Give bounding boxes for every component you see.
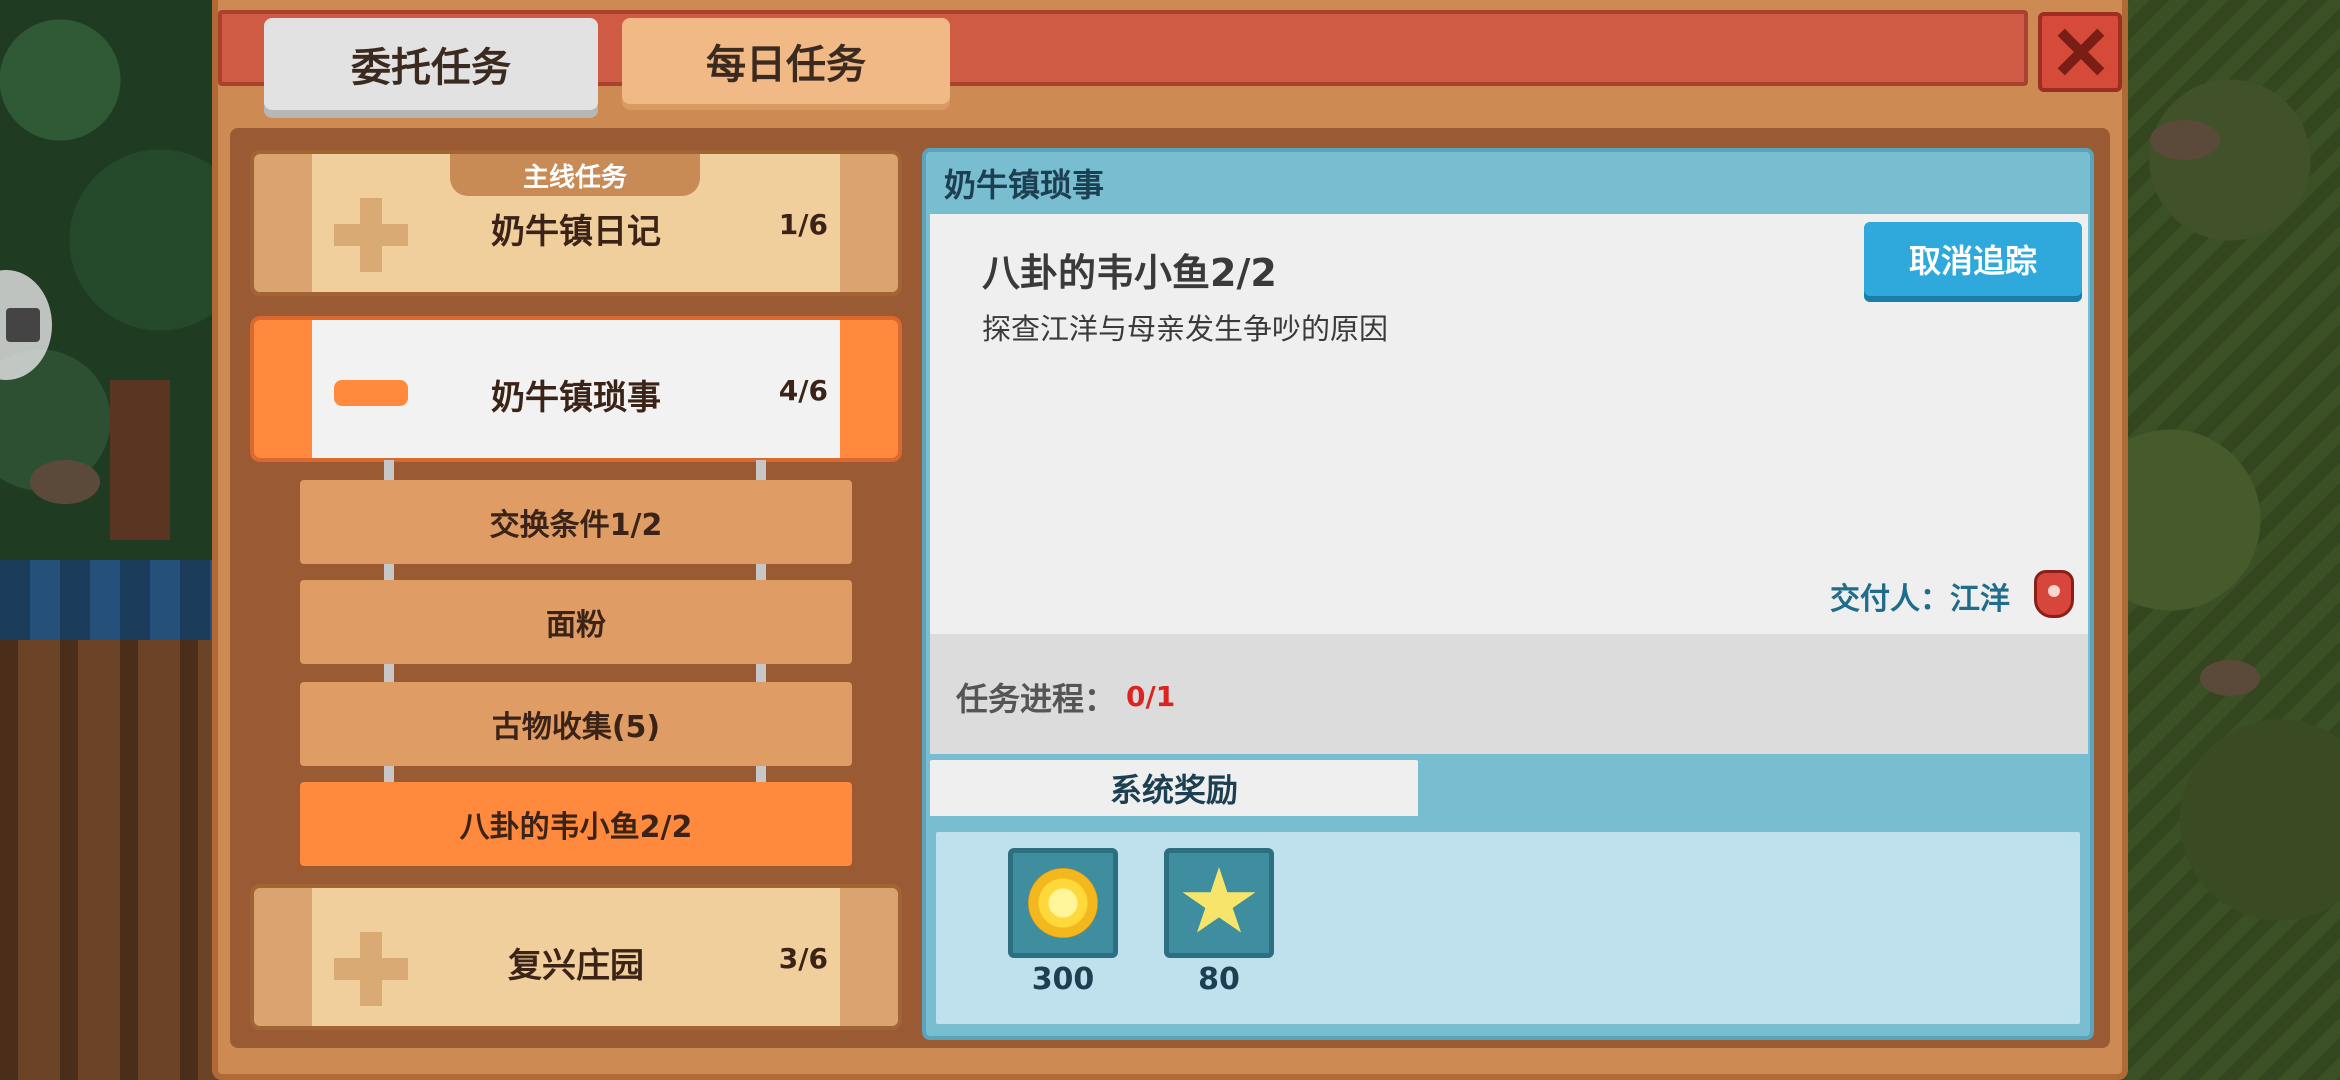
reward-amount: 300 [1031, 962, 1095, 997]
close-icon [2056, 28, 2104, 76]
river [0, 560, 230, 650]
sub-quest-item-selected[interactable]: 八卦的韦小鱼2/2 [300, 782, 852, 866]
sub-quest-item[interactable]: 交换条件1/2 [300, 480, 852, 564]
progress-value: 0/1 [1126, 680, 1176, 713]
close-button[interactable] [2038, 12, 2122, 92]
grass-area [2110, 0, 2340, 1080]
quest-giver: 交付人：江洋 [1830, 582, 2010, 617]
task-name: 八卦的韦小鱼2/2 [982, 251, 1277, 295]
rock [2200, 660, 2260, 696]
category-count: 3/6 [778, 942, 828, 975]
wooden-fence [0, 640, 230, 1080]
rock [30, 460, 100, 504]
quest-category-revive[interactable]: 复兴庄园 3/6 [250, 884, 902, 1030]
rock [2150, 120, 2220, 160]
task-description: 探查江洋与母亲发生争吵的原因 [982, 312, 1389, 346]
quest-category-chores[interactable]: 奶牛镇琐事 4/6 [250, 316, 902, 462]
category-count: 4/6 [778, 374, 828, 407]
reward-slot-coin[interactable] [1008, 848, 1118, 958]
location-marker-icon[interactable] [2034, 570, 2074, 618]
category-badge: 主线任务 [450, 154, 700, 196]
sub-quest-item[interactable]: 面粉 [300, 580, 852, 664]
reward-amount: 80 [1198, 962, 1240, 997]
category-count: 1/6 [778, 208, 828, 241]
castle-icon [6, 308, 40, 342]
tree-trunk [110, 380, 170, 540]
detail-title: 奶牛镇琐事 [944, 166, 1105, 204]
sub-quest-item[interactable]: 古物收集(5) [300, 682, 852, 766]
progress-label: 任务进程： [956, 680, 1117, 718]
tab-daily[interactable]: 每日任务 [622, 18, 950, 104]
reward-slot-star[interactable] [1164, 848, 1274, 958]
tab-commission[interactable]: 委托任务 [264, 18, 598, 110]
coin-icon [1028, 868, 1098, 938]
reward-tab: 系统奖励 [926, 756, 1422, 816]
star-icon [1182, 867, 1256, 933]
untrack-button[interactable]: 取消追踪 [1864, 222, 2082, 296]
